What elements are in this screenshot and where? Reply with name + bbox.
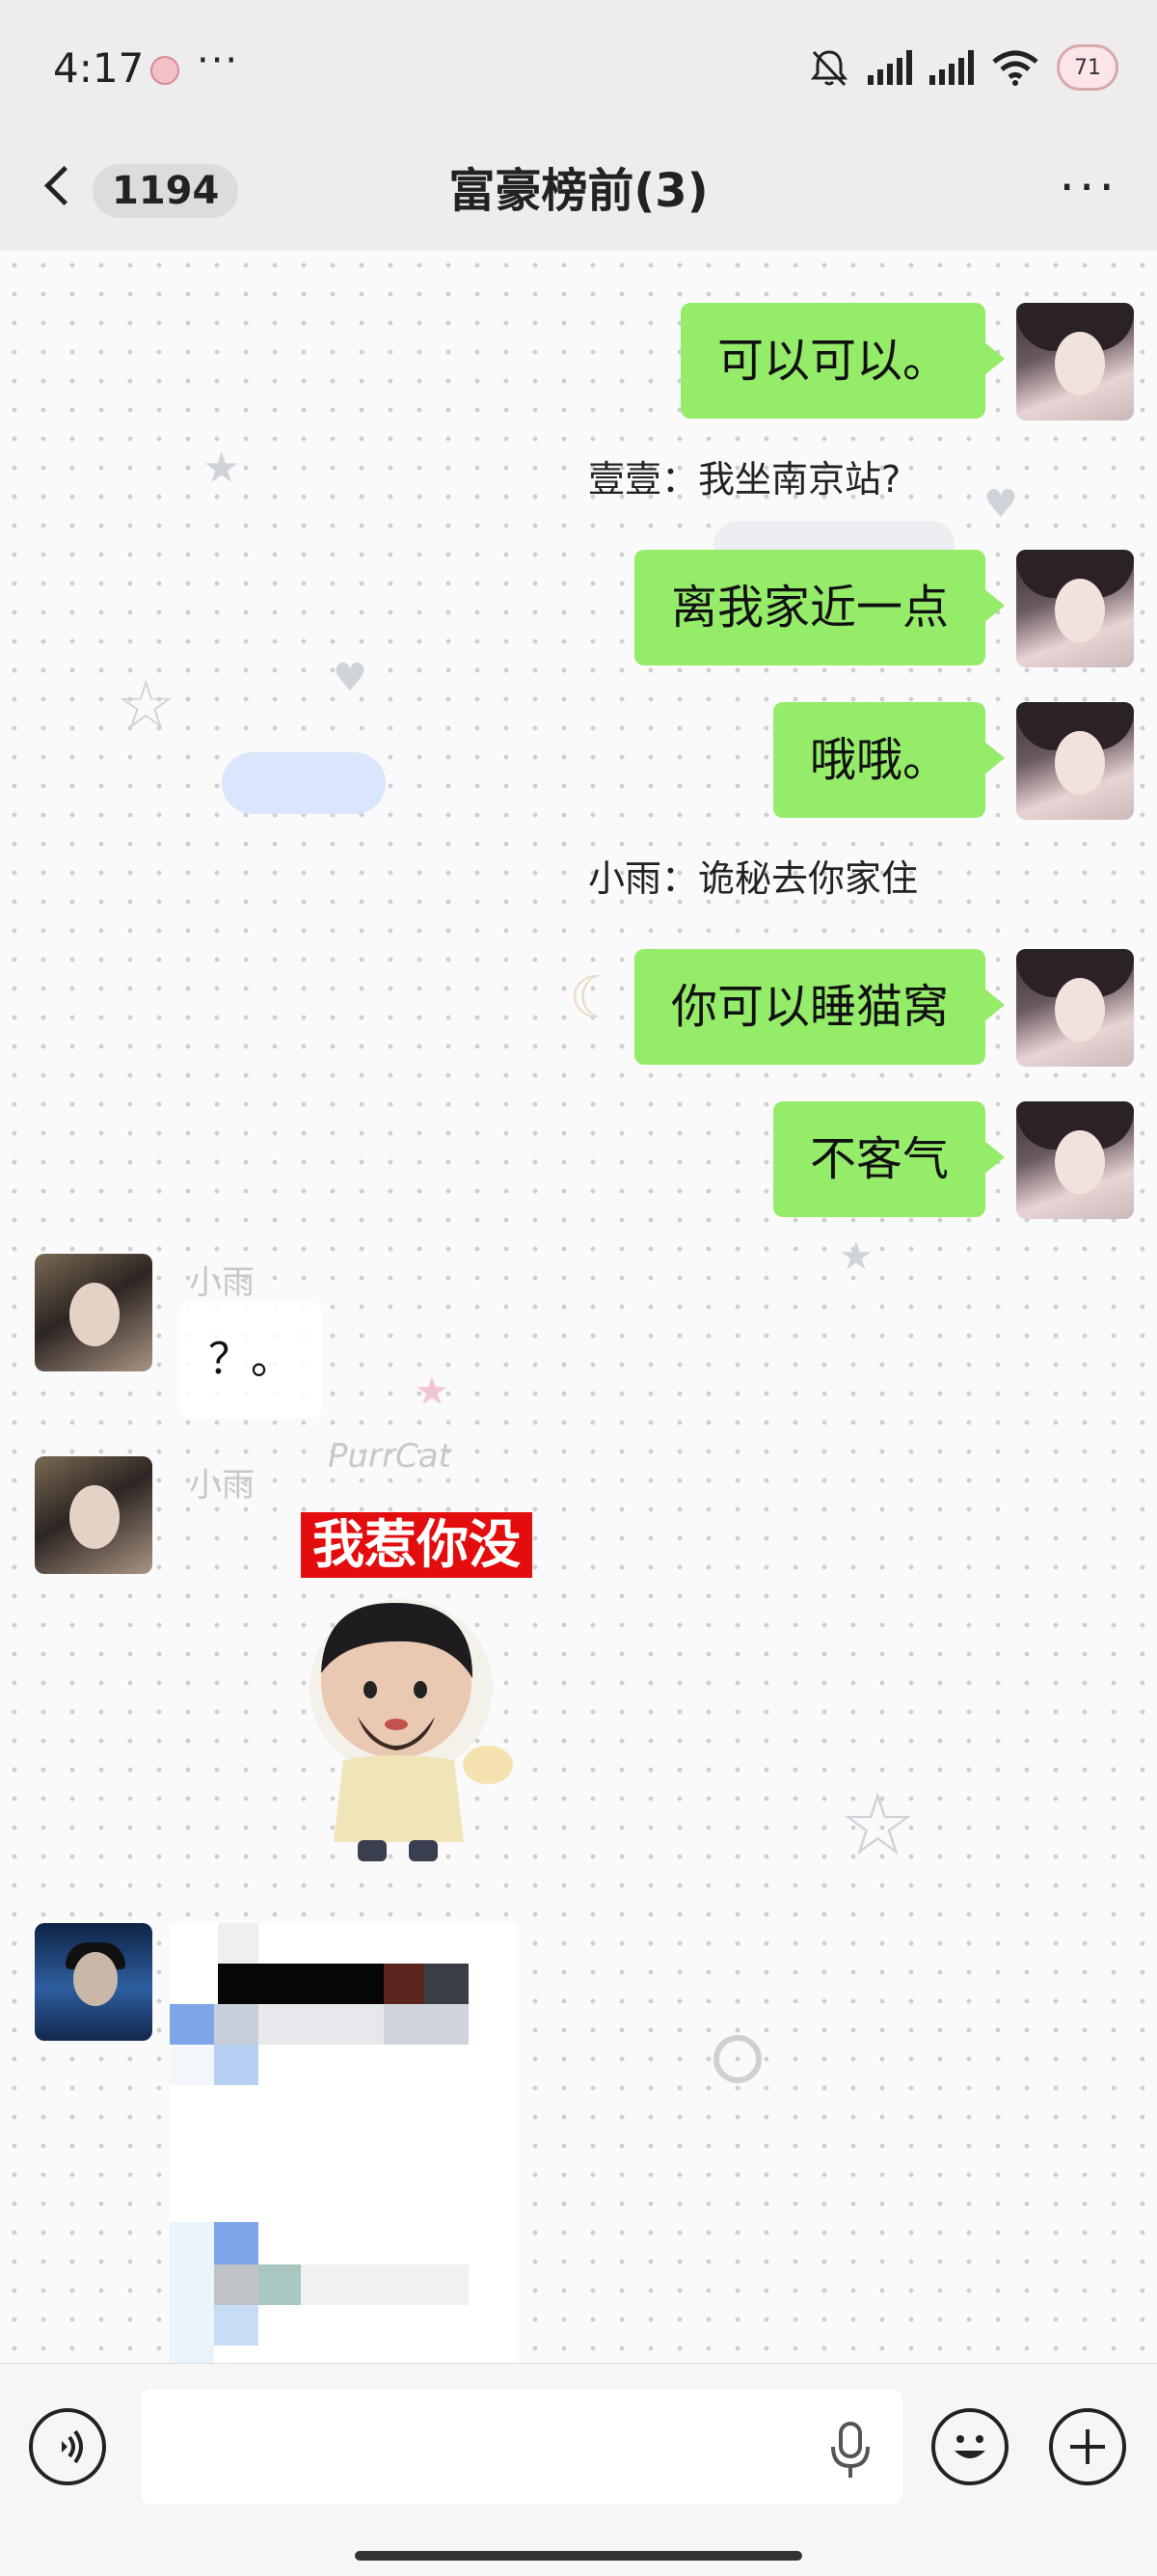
mute-bell-icon [810, 50, 848, 87]
voice-button[interactable] [29, 2408, 106, 2485]
system-message-1: 壹壹：我坐南京站? [588, 458, 901, 501]
status-right: 71 [808, 39, 1118, 96]
battery-indicator: 71 [1057, 44, 1118, 91]
star-outline-deco-icon: ☆ [116, 665, 176, 745]
message-bubble[interactable]: 不客气 [772, 1101, 1006, 1217]
sender-name: 小雨 [189, 1466, 255, 1505]
signal-icon [868, 50, 912, 85]
chat-title: 富豪榜前(3) [448, 164, 709, 218]
wifi-icon [992, 50, 1038, 86]
message-input[interactable] [141, 2389, 902, 2505]
heart-deco-icon: ♥ [333, 656, 367, 700]
my-avatar[interactable] [1016, 303, 1134, 420]
signal-icon-2 [929, 50, 974, 85]
my-avatar[interactable] [1016, 550, 1134, 667]
star-deco-icon: ★ [202, 444, 241, 493]
message-me-5[interactable]: 不客气 [772, 1101, 1134, 1219]
sender-name: 小雨 [189, 1263, 255, 1302]
status-bar: 4:17 ··· 71 [0, 0, 1157, 135]
status-more-icon: ··· [197, 39, 240, 83]
third-avatar[interactable] [35, 1923, 152, 2041]
circle-deco [713, 2035, 762, 2083]
chat-header: 1194 富豪榜前(3) ··· [0, 135, 1157, 251]
message-me-2[interactable]: 离我家近一点 [633, 550, 1134, 667]
plus-button[interactable] [1049, 2408, 1126, 2485]
sticker-image[interactable]: 我惹你没 [179, 1505, 604, 1871]
system-message-2: 小雨：诡秘去你家住 [588, 857, 919, 900]
star-deco-icon-2: ★ [839, 1234, 874, 1279]
other-avatar[interactable] [35, 1254, 152, 1371]
message-me-3[interactable]: 哦哦。 [772, 702, 1134, 820]
sticker-caption: 我惹你没 [301, 1512, 532, 1578]
plus-icon [1070, 2429, 1105, 2464]
message-other-3[interactable] [35, 1923, 710, 2363]
heart-deco-icon-2: ♥ [983, 482, 1018, 527]
my-avatar[interactable] [1016, 949, 1134, 1067]
mic-icon[interactable] [829, 2422, 872, 2480]
chat-area[interactable]: ★ ☆ ♥ ♥ ★ ★ ☆ ☾ PurrCat 可以可以。 壹壹：我坐南京站? … [0, 251, 1157, 2363]
emoji-icon [955, 2435, 985, 2458]
emoji-button[interactable] [931, 2408, 1009, 2485]
pixelated-image[interactable] [170, 1923, 517, 2363]
my-avatar[interactable] [1016, 702, 1134, 820]
voice-icon [62, 2429, 83, 2464]
my-avatar[interactable] [1016, 1101, 1134, 1219]
message-bubble[interactable]: ？。 [179, 1302, 322, 1418]
message-bubble[interactable]: 哦哦。 [772, 702, 1006, 818]
other-avatar[interactable] [35, 1456, 152, 1574]
message-bubble[interactable]: 你可以睡猫窝 [633, 949, 1006, 1065]
message-other-2[interactable]: 小雨 我惹你没 [35, 1456, 710, 1900]
app-notification-icon [150, 56, 179, 85]
message-me-4[interactable]: 你可以睡猫窝 [633, 949, 1134, 1067]
cloud-deco [222, 752, 386, 814]
moon-deco-icon: ☾ [569, 964, 621, 1032]
input-bar [0, 2363, 1157, 2576]
message-bubble[interactable]: 离我家近一点 [633, 550, 1006, 665]
message-me-1[interactable]: 可以可以。 [680, 303, 1134, 420]
message-bubble[interactable]: 可以可以。 [680, 303, 1006, 419]
home-indicator[interactable] [355, 2551, 802, 2561]
more-options-button[interactable]: ··· [1059, 163, 1118, 213]
message-other-1[interactable]: 小雨 ？。 [35, 1254, 613, 1437]
status-time: 4:17 [53, 44, 145, 92]
star-outline-deco-icon-2: ☆ [839, 1775, 917, 1876]
baby-sticker-icon [309, 1599, 513, 1861]
